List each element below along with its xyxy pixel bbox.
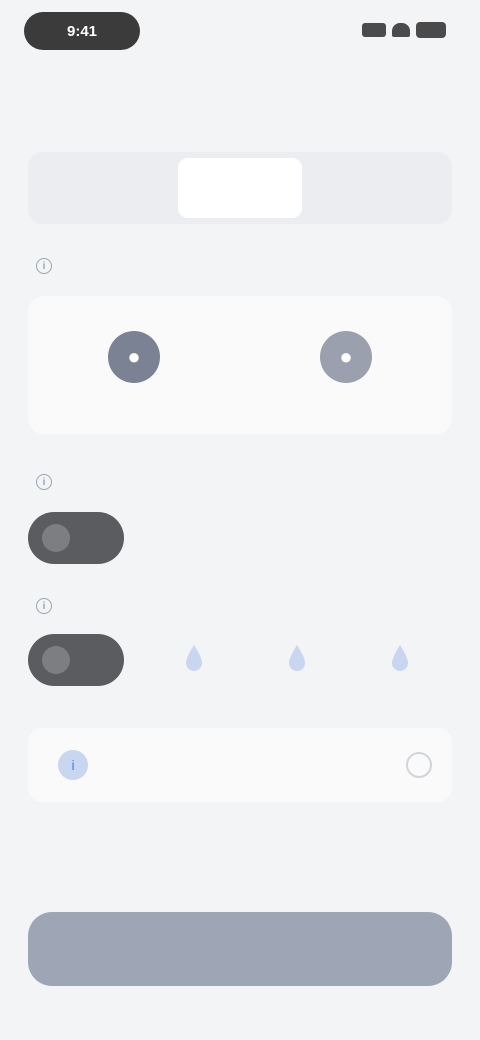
flow-row (28, 632, 452, 688)
status-icons (362, 18, 446, 42)
level-section-label: i (28, 474, 52, 490)
primary-button[interactable] (28, 912, 452, 986)
drop-icon[interactable] (389, 643, 411, 677)
status-time: 9:41 (66, 22, 98, 40)
mode-options-card: ● ● (28, 296, 452, 434)
info-icon[interactable]: i (36, 598, 52, 614)
header (0, 70, 480, 126)
drop-icon[interactable] (286, 643, 308, 677)
drop-icon-svg (288, 645, 305, 671)
segment-tab-2[interactable] (178, 158, 302, 218)
segmented-control (28, 152, 452, 224)
info-icon[interactable]: i (36, 258, 52, 274)
battery-icon (416, 22, 446, 38)
info-badge-icon: i (58, 750, 88, 780)
drop-icon-svg (185, 645, 202, 671)
level-row (28, 510, 452, 566)
level-toggle[interactable] (28, 512, 124, 564)
drop-icon-svg (392, 645, 409, 671)
flow-section-label: i (28, 598, 52, 614)
info-icon[interactable]: i (36, 474, 52, 490)
option-icon: ● (108, 331, 160, 383)
segment-tab-3[interactable] (302, 158, 446, 218)
setting-checkbox[interactable] (406, 752, 432, 778)
segment-tab-1[interactable] (34, 158, 178, 218)
drop-icon[interactable] (183, 643, 205, 677)
mode-option-2[interactable]: ● (240, 296, 452, 434)
mode-option-1[interactable]: ● (28, 296, 240, 434)
mode-section-label: i (28, 258, 52, 274)
setting-row[interactable]: i (28, 728, 452, 802)
toggle-knob (42, 646, 70, 674)
option-icon: ● (320, 331, 372, 383)
flow-options (124, 643, 452, 677)
signal-icon (362, 23, 386, 37)
flow-toggle[interactable] (28, 634, 124, 686)
status-bar: 9:41 (0, 0, 480, 60)
status-time-pill: 9:41 (24, 12, 140, 50)
toggle-knob (42, 524, 70, 552)
wifi-icon (392, 23, 410, 37)
